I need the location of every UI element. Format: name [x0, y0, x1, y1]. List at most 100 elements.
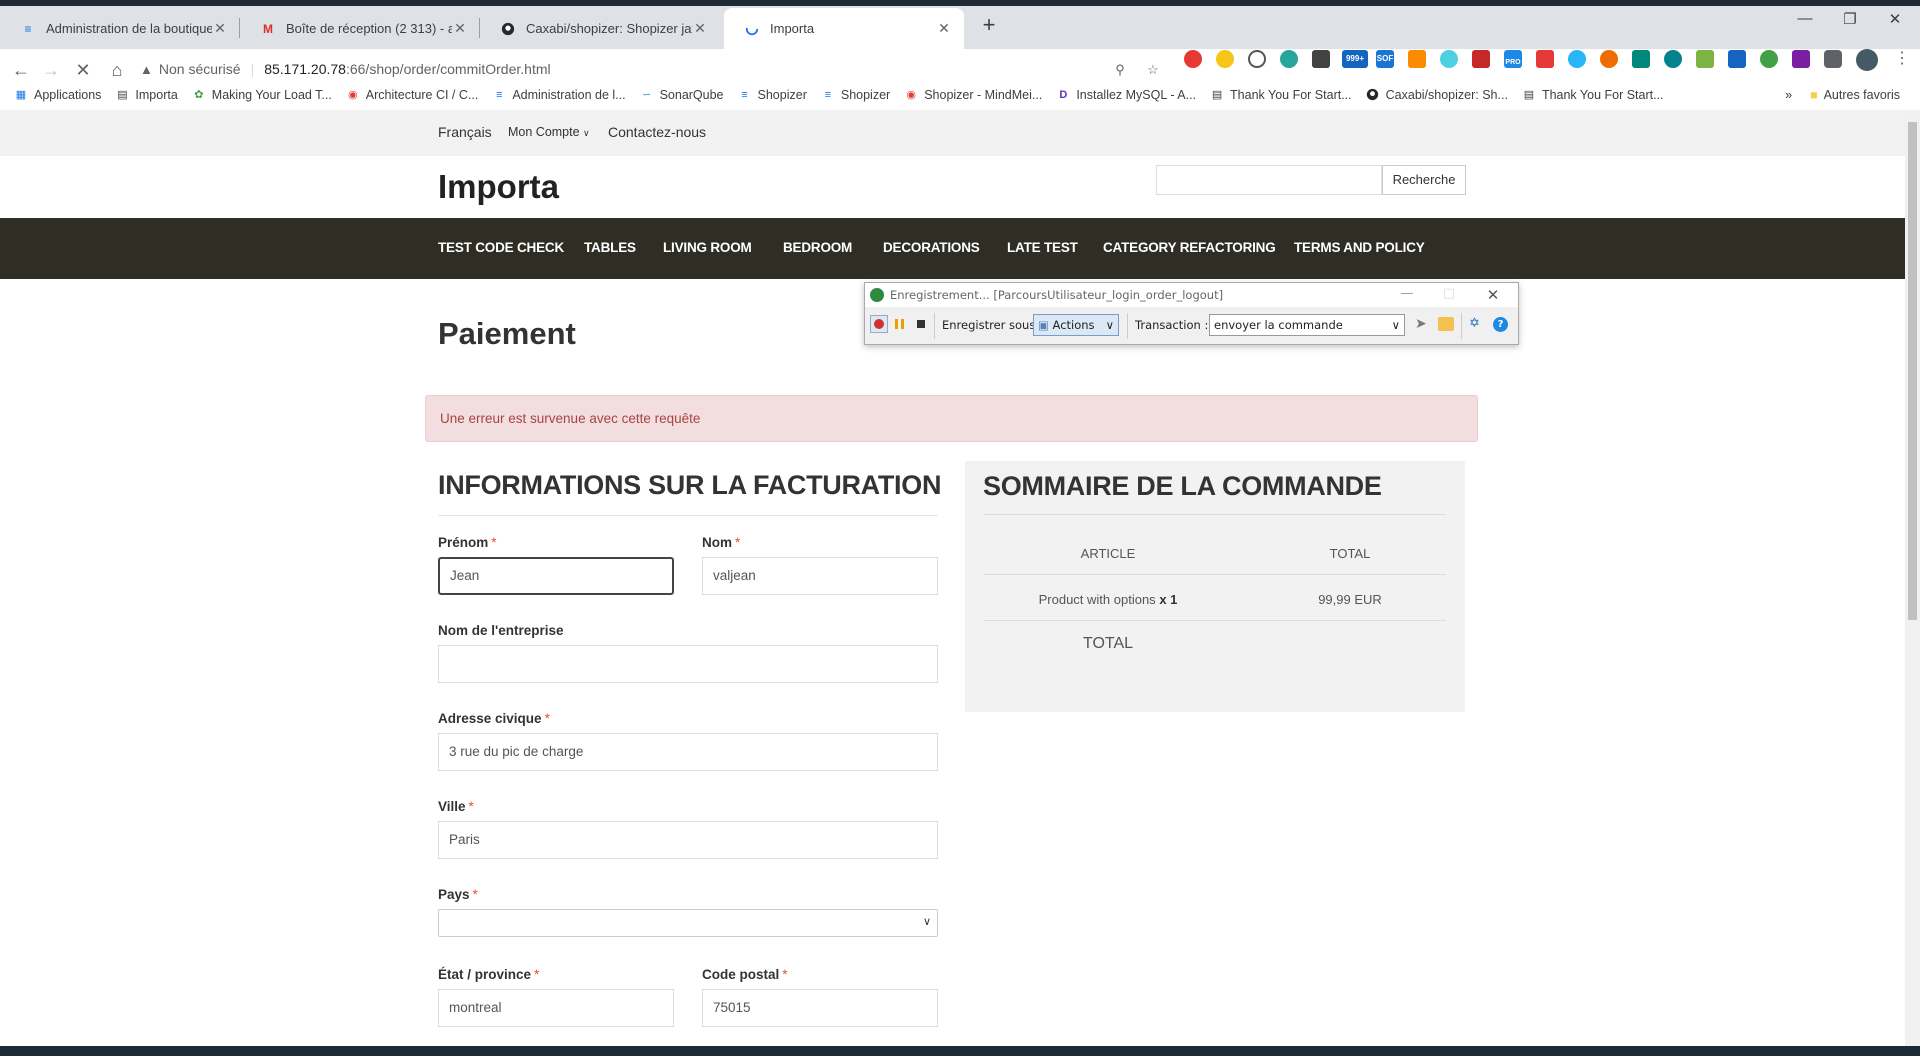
- next-arrow-icon[interactable]: ➤: [1415, 317, 1429, 331]
- extension-atom-icon[interactable]: [1440, 50, 1458, 68]
- lastname-field[interactable]: valjean: [702, 557, 938, 595]
- pause-icon[interactable]: [893, 317, 907, 331]
- nav-tables[interactable]: TABLES: [584, 240, 636, 255]
- close-icon[interactable]: ✕: [452, 20, 468, 37]
- recorder-window: Enregistrement... [ParcoursUtilisateur_l…: [864, 282, 1519, 345]
- extensions-puzzle-icon[interactable]: [1824, 50, 1842, 68]
- close-window-icon[interactable]: ✕: [1870, 10, 1920, 28]
- extension-cookie-icon[interactable]: [1600, 50, 1618, 68]
- required-mark: *: [534, 967, 540, 982]
- product-quantity: x 1: [1159, 592, 1178, 607]
- extension-link-icon[interactable]: [1248, 50, 1266, 68]
- search-button[interactable]: Recherche: [1382, 165, 1466, 195]
- bookmark-making-load[interactable]: ✿ Making Your Load T...: [192, 88, 332, 102]
- address-field[interactable]: 3 rue du pic de charge: [438, 733, 938, 771]
- new-tab-button[interactable]: +: [975, 12, 1003, 38]
- avatar[interactable]: [1856, 49, 1878, 71]
- page-title: Paiement: [438, 316, 576, 351]
- tab-gmail[interactable]: M Boîte de réception (2 313) - axel. ✕: [240, 8, 480, 49]
- close-icon[interactable]: ✕: [692, 20, 708, 37]
- bookmark-label: Caxabi/shopizer: Sh...: [1385, 88, 1508, 102]
- more-menu-icon[interactable]: ⋮: [1893, 50, 1911, 68]
- actions-label: Actions: [1052, 318, 1095, 332]
- restore-window-icon[interactable]: ❐: [1825, 10, 1875, 28]
- extension-m-icon[interactable]: [1312, 50, 1330, 68]
- extension-chart-icon[interactable]: [1408, 50, 1426, 68]
- nav-test-code-check[interactable]: TEST CODE CHECK: [438, 240, 564, 255]
- nav-terms-and-policy[interactable]: TERMS AND POLICY: [1294, 240, 1425, 255]
- bookmark-caxabi-shopizer[interactable]: Caxabi/shopizer: Sh...: [1366, 88, 1508, 102]
- nav-decorations[interactable]: DECORATIONS: [883, 240, 980, 255]
- nav-bedroom[interactable]: BEDROOM: [783, 240, 852, 255]
- extension-badge-icon[interactable]: 999+: [1342, 50, 1368, 68]
- extension-react-icon[interactable]: [1280, 50, 1298, 68]
- tab-github[interactable]: Caxabi/shopizer: Shopizer java e- ✕: [480, 8, 720, 49]
- page-scrollbar[interactable]: [1905, 110, 1920, 1050]
- browser-tab-strip: ≡ Administration de la boutique ✕ M Boît…: [0, 0, 1920, 49]
- bookmark-label: Making Your Load T...: [211, 88, 332, 102]
- nav-living-room[interactable]: LIVING ROOM: [663, 240, 752, 255]
- state-field[interactable]: montreal: [438, 989, 674, 1027]
- open-folder-icon[interactable]: [1438, 317, 1454, 331]
- bookmark-thank-you-1[interactable]: ▤ Thank You For Start...: [1210, 88, 1352, 102]
- bookmark-thank-you-2[interactable]: ▤ Thank You For Start...: [1522, 88, 1664, 102]
- contact-link[interactable]: Contactez-nous: [608, 124, 706, 140]
- bookmark-architecture[interactable]: ◉ Architecture CI / C...: [346, 88, 478, 102]
- bookmark-importa[interactable]: ▤ Importa: [115, 88, 178, 102]
- account-menu[interactable]: Mon Compte ∨: [508, 125, 590, 139]
- close-icon[interactable]: ✕: [936, 20, 952, 37]
- close-icon[interactable]: ✕: [1483, 286, 1503, 304]
- country-select[interactable]: ∨: [438, 909, 938, 937]
- firstname-field[interactable]: Jean: [438, 557, 674, 595]
- extension-blue-circle-icon[interactable]: [1568, 50, 1586, 68]
- postal-code-field[interactable]: 75015: [702, 989, 938, 1027]
- stop-icon[interactable]: [914, 317, 928, 331]
- bookmark-installez-mysql[interactable]: D Installez MySQL - A...: [1056, 88, 1196, 102]
- target-icon[interactable]: ✡: [1469, 317, 1483, 331]
- bookmark-shopizer-1[interactable]: ≡ Shopizer: [738, 88, 807, 102]
- nav-category-refactoring[interactable]: CATEGORY REFACTORING: [1103, 240, 1276, 255]
- extension-yellow-icon[interactable]: [1216, 50, 1234, 68]
- minimize-icon[interactable]: —: [1397, 286, 1417, 301]
- extension-v-icon[interactable]: [1728, 50, 1746, 68]
- extension-ring-icon[interactable]: [1664, 50, 1682, 68]
- bookmark-star-icon[interactable]: ☆: [1143, 60, 1163, 80]
- bookmark-shopizer-mindmeister[interactable]: ◉ Shopizer - MindMei...: [904, 88, 1042, 102]
- onenote-icon[interactable]: [1792, 50, 1810, 68]
- close-icon[interactable]: ✕: [212, 20, 228, 37]
- extension-sof-icon[interactable]: SOF: [1376, 50, 1394, 68]
- minimize-window-icon[interactable]: —: [1780, 10, 1830, 27]
- tab-administration[interactable]: ≡ Administration de la boutique ✕: [0, 8, 240, 49]
- scrollbar-thumb[interactable]: [1908, 122, 1917, 620]
- bookmark-shopizer-2[interactable]: ≡ Shopizer: [821, 88, 891, 102]
- extension-pdf-icon[interactable]: [1472, 50, 1490, 68]
- extension-teal-icon[interactable]: [1632, 50, 1650, 68]
- city-field[interactable]: Paris: [438, 821, 938, 859]
- zoom-search-icon[interactable]: ⚲: [1110, 60, 1130, 80]
- store-logo[interactable]: Importa: [438, 168, 559, 206]
- extension-grid-icon[interactable]: [1536, 50, 1554, 68]
- extension-pro-icon[interactable]: PRO: [1504, 50, 1522, 68]
- nav-late-test[interactable]: LATE TEST: [1007, 240, 1078, 255]
- help-icon[interactable]: ?: [1493, 317, 1508, 332]
- transaction-combobox[interactable]: envoyer la commande ∨: [1209, 314, 1405, 336]
- menu-lines-icon: ≡: [496, 89, 503, 101]
- required-mark: *: [468, 799, 474, 814]
- record-button[interactable]: [870, 315, 888, 333]
- actions-dropdown[interactable]: ▣ Actions ∨: [1033, 314, 1119, 336]
- toolbar-separator: [1127, 313, 1128, 339]
- bookmark-sonarqube[interactable]: ∽ SonarQube: [640, 88, 724, 102]
- search-input[interactable]: [1156, 165, 1382, 195]
- tab-importa[interactable]: Importa ✕: [724, 8, 964, 49]
- extension-pt-icon[interactable]: [1696, 50, 1714, 68]
- bookmark-apps[interactable]: ▦ Applications: [14, 88, 102, 102]
- billing-section-title: INFORMATIONS SUR LA FACTURATION: [438, 470, 942, 500]
- other-bookmarks-link[interactable]: Autres favoris: [1824, 88, 1900, 102]
- company-field[interactable]: [438, 645, 938, 683]
- chevron-right-icon[interactable]: »: [1785, 88, 1792, 102]
- folder-icon: ■: [1810, 88, 1818, 102]
- evernote-icon[interactable]: [1760, 50, 1778, 68]
- bookmark-administration[interactable]: ≡ Administration de l...: [492, 88, 625, 102]
- extension-red-circle-icon[interactable]: [1184, 50, 1202, 68]
- language-link[interactable]: Français: [438, 124, 492, 140]
